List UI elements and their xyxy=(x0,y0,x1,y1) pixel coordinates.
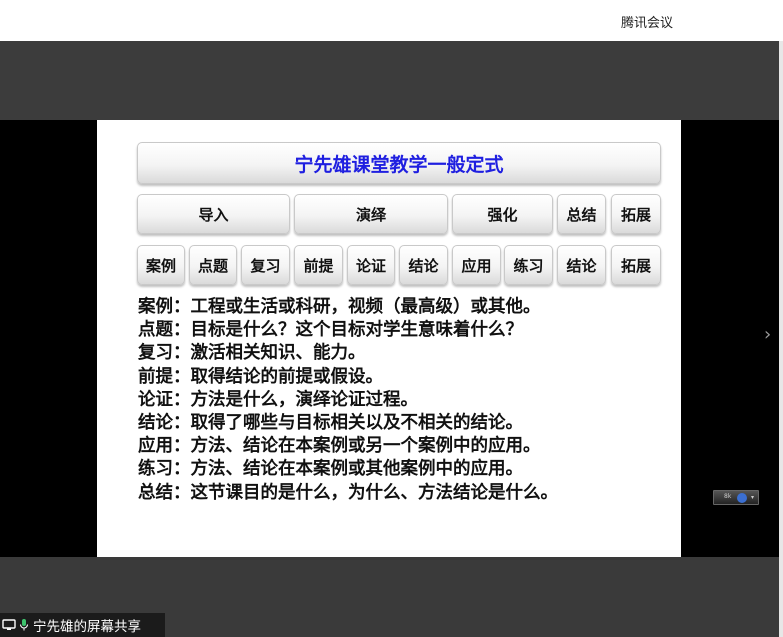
stage-box-extend: 拓展 xyxy=(611,194,661,234)
video-area-top xyxy=(0,41,783,120)
step-box-case: 案例 xyxy=(137,245,185,285)
step-box-review: 复习 xyxy=(241,245,290,285)
step-box-practice: 练习 xyxy=(504,245,553,285)
step-box-application: 应用 xyxy=(452,245,501,285)
info-badge-icon xyxy=(737,493,747,503)
screen-share-label: 宁先雄的屏幕共享 xyxy=(33,619,141,635)
stage-box-intro: 导入 xyxy=(137,194,290,234)
step-box-premise: 前提 xyxy=(294,245,343,285)
screen-share-icon xyxy=(2,619,16,630)
shared-slide: 宁先雄课堂教学一般定式 导入 演绎 强化 总结 拓展 案例 点题 复习 前提 论… xyxy=(97,120,681,557)
step-box-conclusion: 结论 xyxy=(399,245,448,285)
app-title: 腾讯会议 xyxy=(620,16,673,31)
chevron-right-icon[interactable]: › xyxy=(764,326,771,344)
body-line-topic: 点题：目标是什么？这个目标对学生意味着什么？ xyxy=(138,320,523,341)
slide-body: 案例：工程或生活或科研，视频（最高级）或其他。 点题：目标是什么？这个目标对学生… xyxy=(138,296,678,505)
body-line-premise: 前提：取得结论的前提或假设。 xyxy=(138,366,383,387)
body-line-application: 应用：方法、结论在本案例或另一个案例中的应用。 xyxy=(138,436,541,457)
body-line-case: 案例：工程或生活或科研，视频（最高级）或其他。 xyxy=(138,297,541,317)
body-line-summary: 总结：这节课目的是什么，为什么、方法结论是什么。 xyxy=(138,482,558,503)
microphone-icon xyxy=(19,619,29,631)
body-line-conclusion: 结论：取得了哪些与目标相关以及不相关的结论。 xyxy=(138,413,523,434)
step-box-argument: 论证 xyxy=(347,245,395,285)
mini-control-label: 8k xyxy=(724,493,732,500)
stage-box-reinforce: 强化 xyxy=(452,194,553,234)
stage-box-deduction: 演绎 xyxy=(294,194,448,234)
stage-box-summary: 总结 xyxy=(557,194,606,234)
screen-share-label-bar: 宁先雄的屏幕共享 xyxy=(0,613,165,637)
body-line-practice: 练习：方法、结论在本案例或其他案例中的应用。 xyxy=(138,459,523,480)
right-edge-strip xyxy=(779,41,783,637)
step-box-topic: 点题 xyxy=(189,245,237,285)
body-line-argument: 论证：方法是什么，演绎论证过程。 xyxy=(138,389,418,410)
title-bar: 腾讯会议 xyxy=(0,0,783,41)
step-box-extend: 拓展 xyxy=(611,245,661,285)
caret-icon: ▾ xyxy=(751,494,755,501)
step-box-conclusion-2: 结论 xyxy=(557,245,606,285)
slide-title: 宁先雄课堂教学一般定式 xyxy=(137,142,661,184)
floating-mini-control[interactable]: 8k ▾ xyxy=(713,490,759,505)
body-line-review: 复习：激活相关知识、能力。 xyxy=(138,343,366,364)
